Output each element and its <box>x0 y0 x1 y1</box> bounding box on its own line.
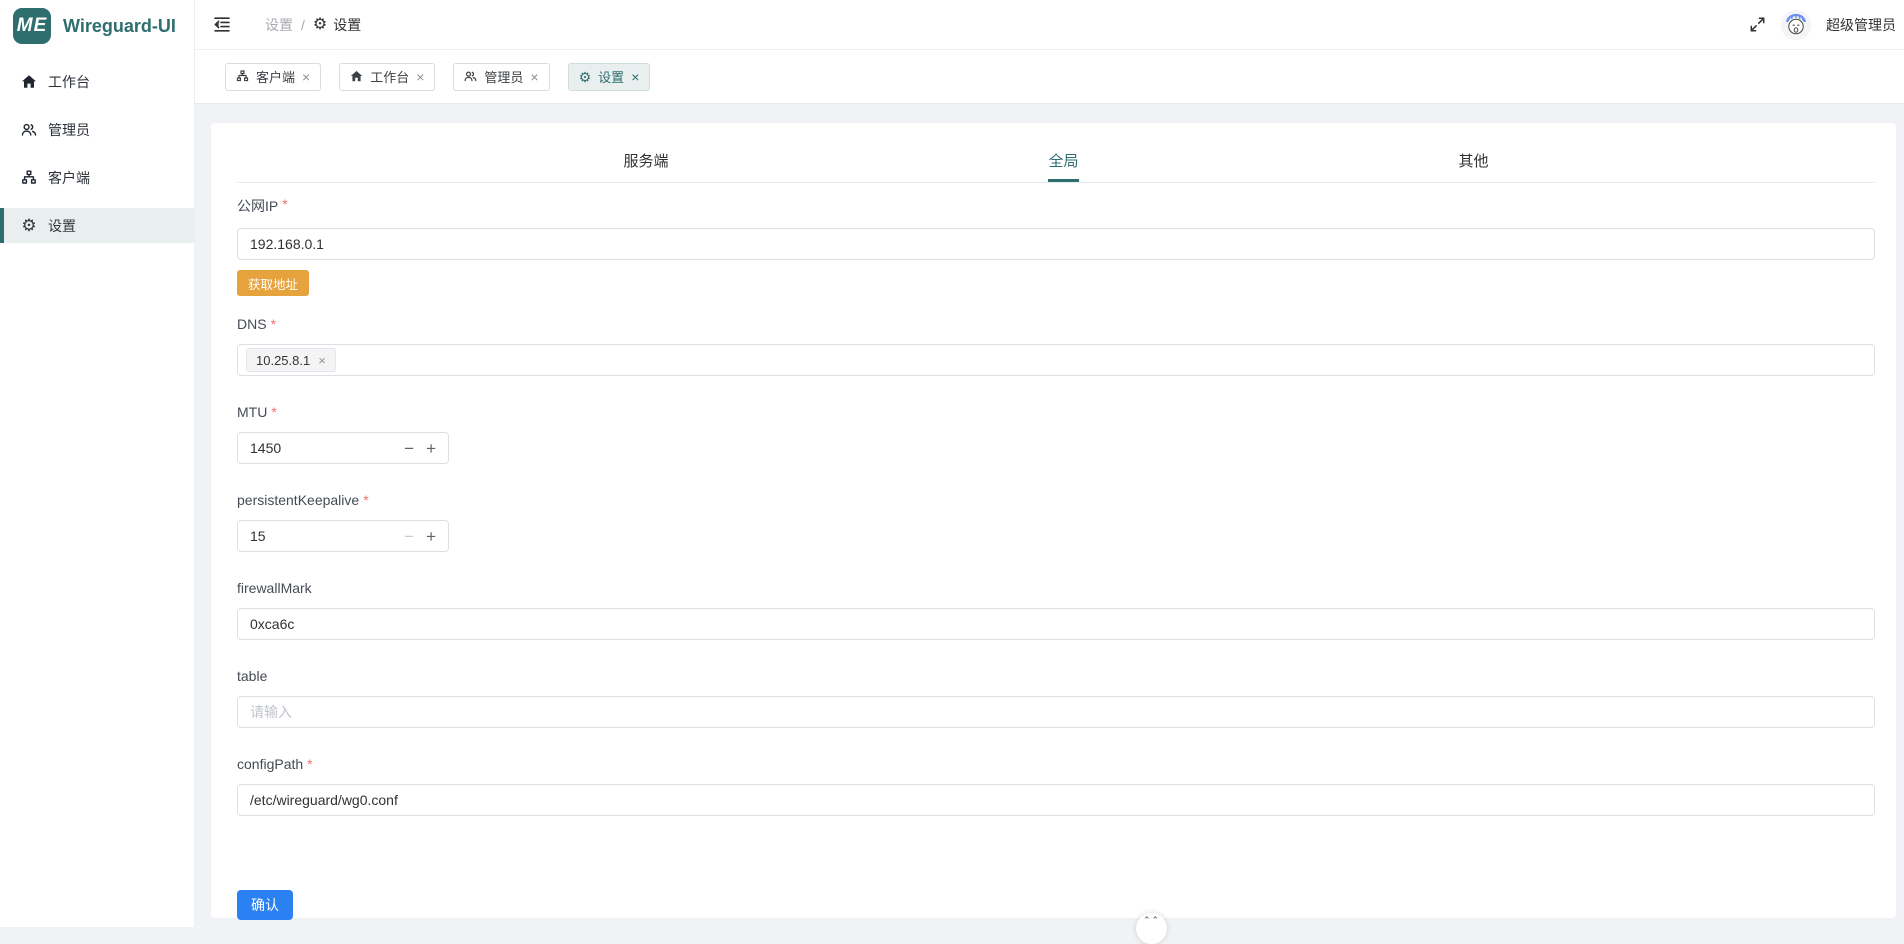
sidebar-menu: 工作台 管理员 客户端 ⚙ 设置 <box>0 64 194 243</box>
settings-tabs: 服务端 全局 其他 <box>237 123 1875 183</box>
collapse-sidebar-icon[interactable] <box>213 16 231 33</box>
fullscreen-icon[interactable] <box>1749 16 1766 33</box>
breadcrumb-parent[interactable]: 设置 <box>265 15 293 35</box>
gear-icon: ⚙ <box>313 17 327 33</box>
table-input[interactable] <box>237 696 1875 728</box>
firewall-mark-input[interactable] <box>237 608 1875 640</box>
app-logo: ME <box>13 8 51 44</box>
increase-icon[interactable]: + <box>426 440 436 457</box>
required-mark: * <box>271 316 276 332</box>
dns-tags-input[interactable]: 10.25.8.1 × <box>237 344 1875 376</box>
users-icon <box>464 70 477 83</box>
required-mark: * <box>282 196 287 216</box>
sidebar-item-label: 设置 <box>48 216 76 236</box>
breadcrumb: 设置 / ⚙ 设置 <box>265 15 361 35</box>
label-text: table <box>237 668 267 684</box>
topbar: 设置 / ⚙ 设置 超级管理员 <box>195 0 1904 50</box>
tab-chip-workbench[interactable]: 工作台 × <box>339 63 435 91</box>
breadcrumb-current-label: 设置 <box>333 15 361 35</box>
sitemap-icon <box>21 170 37 186</box>
field-label: 公网IP * <box>237 196 1875 216</box>
increase-icon[interactable]: + <box>426 528 436 545</box>
breadcrumb-current: ⚙ 设置 <box>313 15 361 35</box>
form-item-persistent-keepalive: persistentKeepalive * − + <box>237 492 1875 552</box>
user-avatar[interactable] <box>1781 10 1811 40</box>
username-label[interactable]: 超级管理员 <box>1826 15 1896 35</box>
get-address-button[interactable]: 获取地址 <box>237 270 309 296</box>
persistent-keepalive-stepper: − + <box>237 520 449 552</box>
required-mark: * <box>363 492 368 508</box>
label-text: DNS <box>237 316 267 332</box>
form-item-dns: DNS * 10.25.8.1 × <box>237 316 1875 376</box>
field-label: DNS * <box>237 316 1875 332</box>
decrease-icon[interactable]: − <box>404 528 414 545</box>
dns-tag-value: 10.25.8.1 <box>256 353 310 368</box>
global-settings-form: 公网IP * 获取地址 DNS * 10.25.8.1 × <box>237 196 1875 920</box>
confirm-button[interactable]: 确认 <box>237 890 293 920</box>
public-ip-input[interactable] <box>237 228 1875 260</box>
mtu-stepper: − + <box>237 432 449 464</box>
sidebar-item-clients[interactable]: 客户端 <box>0 160 194 196</box>
close-icon[interactable]: × <box>631 70 639 84</box>
remove-tag-icon[interactable]: × <box>318 354 326 367</box>
home-icon <box>21 74 37 90</box>
form-item-firewall-mark: firewallMark <box>237 580 1875 640</box>
sidebar-item-settings[interactable]: ⚙ 设置 <box>0 208 194 243</box>
tab-chip-label: 工作台 <box>370 67 409 86</box>
app-title: Wireguard-UI <box>63 16 176 37</box>
required-mark: * <box>307 756 312 772</box>
form-item-public-ip: 公网IP * 获取地址 <box>237 196 1875 296</box>
users-icon <box>21 122 37 138</box>
gear-icon: ⚙ <box>579 70 592 84</box>
tab-chip-label: 管理员 <box>484 67 523 86</box>
sidebar-item-admins[interactable]: 管理员 <box>0 112 194 148</box>
config-path-input[interactable] <box>237 784 1875 816</box>
form-item-config-path: configPath * <box>237 756 1875 816</box>
tab-other[interactable]: 其他 <box>1459 150 1489 182</box>
form-item-mtu: MTU * − + <box>237 404 1875 464</box>
close-icon[interactable]: × <box>302 70 310 84</box>
tab-chip-settings[interactable]: ⚙ 设置 × <box>568 63 651 91</box>
form-item-table: table <box>237 668 1875 728</box>
breadcrumb-separator: / <box>301 17 305 33</box>
tab-chip-label: 设置 <box>598 67 624 86</box>
tab-global[interactable]: 全局 <box>1048 150 1078 182</box>
settings-card: 服务端 全局 其他 公网IP * 获取地址 DNS * 1 <box>211 123 1896 918</box>
sidebar-item-label: 客户端 <box>48 168 90 188</box>
persistent-keepalive-input[interactable] <box>238 528 358 544</box>
label-text: 公网IP <box>237 196 278 216</box>
sitemap-icon <box>236 70 249 83</box>
close-icon[interactable]: × <box>530 70 538 84</box>
field-label: MTU * <box>237 404 1875 420</box>
label-text: MTU <box>237 404 267 420</box>
close-icon[interactable]: × <box>416 70 424 84</box>
sidebar-item-label: 管理员 <box>48 120 90 140</box>
label-text: persistentKeepalive <box>237 492 359 508</box>
tab-chip-clients[interactable]: 客户端 × <box>225 63 321 91</box>
tab-chip-label: 客户端 <box>256 67 295 86</box>
required-mark: * <box>271 404 276 420</box>
page-background: 服务端 全局 其他 公网IP * 获取地址 DNS * 1 <box>195 104 1904 927</box>
decrease-icon[interactable]: − <box>404 440 414 457</box>
label-text: firewallMark <box>237 580 312 596</box>
dns-tag: 10.25.8.1 × <box>246 348 336 372</box>
mtu-input[interactable] <box>238 440 358 456</box>
fab-icon: ⌃⌃ <box>1143 915 1160 944</box>
back-to-top-button[interactable]: ⌃⌃ <box>1136 913 1167 944</box>
tab-server[interactable]: 服务端 <box>623 150 668 182</box>
label-text: configPath <box>237 756 303 772</box>
open-tabs-bar: 客户端 × 工作台 × 管理员 × ⚙ 设置 × <box>195 50 1904 104</box>
field-label: table <box>237 668 1875 684</box>
sidebar-item-workbench[interactable]: 工作台 <box>0 64 194 100</box>
field-label: firewallMark <box>237 580 1875 596</box>
sidebar: ME Wireguard-UI 工作台 管理员 <box>0 0 195 927</box>
topbar-right: 超级管理员 <box>1749 10 1904 40</box>
sidebar-item-label: 工作台 <box>48 72 90 92</box>
home-icon <box>350 70 363 83</box>
field-label: configPath * <box>237 756 1875 772</box>
tab-chip-admins[interactable]: 管理员 × <box>453 63 549 91</box>
gear-icon: ⚙ <box>21 218 37 234</box>
field-label: persistentKeepalive * <box>237 492 1875 508</box>
brand: ME Wireguard-UI <box>0 0 194 52</box>
